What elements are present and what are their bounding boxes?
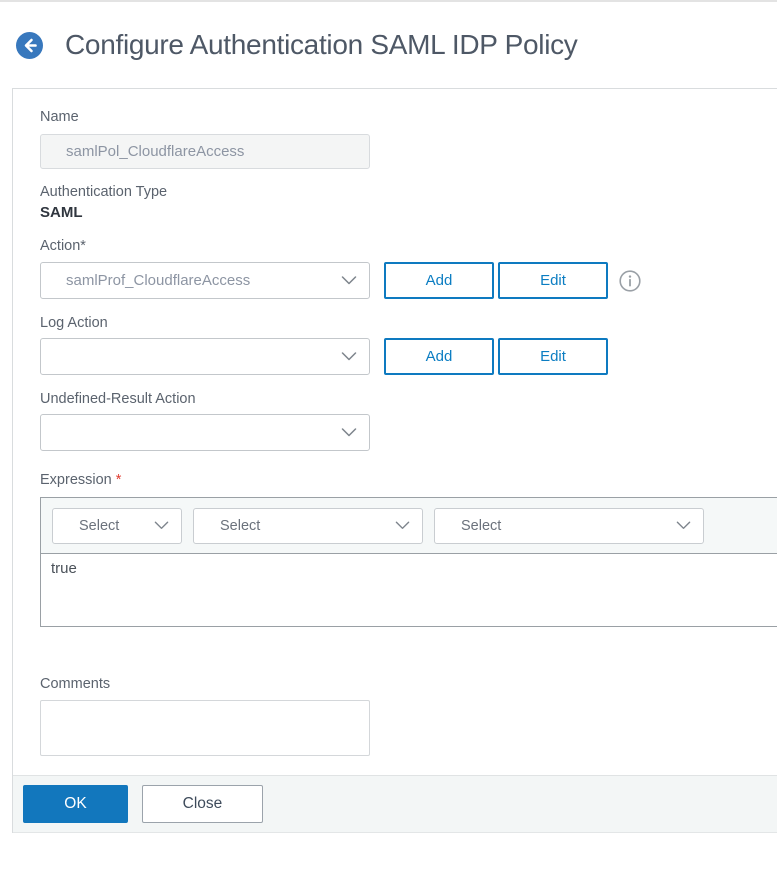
log-action-edit-button[interactable]: Edit [498,338,608,375]
undefined-result-action-label: Undefined-Result Action [40,391,196,407]
log-action-add-button[interactable]: Add [384,338,494,375]
ok-button[interactable]: OK [23,785,128,823]
log-action-label: Log Action [40,315,108,331]
comments-label: Comments [40,676,111,692]
name-input [40,134,370,169]
expression-select-3[interactable]: Select [434,507,704,544]
action-label: Action* [40,238,86,254]
required-asterisk: * [115,472,122,488]
log-action-row: Add Edit [40,338,777,375]
comments-textarea[interactable] [40,700,370,756]
action-row: samlProf_CloudflareAccess Add Edit [40,262,777,299]
expression-select-3-value: Select [461,517,502,534]
page-header: Configure Authentication SAML IDP Policy [0,2,777,88]
expression-label: Expression * [40,472,777,488]
expression-select-2[interactable]: Select [193,507,423,544]
expression-select-1[interactable]: Select [52,507,182,544]
page-title: Configure Authentication SAML IDP Policy [65,29,578,60]
form-footer: OK Close [13,775,777,833]
chevron-down-icon [676,517,691,535]
expression-builder: Select Select Select true [40,497,777,627]
expression-label-text: Expression [40,472,112,488]
undefined-result-action-select[interactable] [40,414,370,451]
action-info-icon[interactable] [619,269,641,292]
chevron-down-icon [341,428,357,437]
action-edit-button[interactable]: Edit [498,262,608,299]
expression-textarea[interactable]: true [41,554,777,626]
expression-select-1-value: Select [79,517,120,534]
auth-type-value: SAML [40,204,83,221]
name-label: Name [40,109,79,125]
close-button[interactable]: Close [142,785,263,823]
back-button[interactable] [16,31,43,59]
auth-type-label: Authentication Type [40,184,168,200]
form-panel: Name Authentication Type SAML Action* sa… [12,88,777,833]
action-select[interactable]: samlProf_CloudflareAccess [40,262,370,299]
form-body: Name Authentication Type SAML Action* sa… [13,89,777,756]
expression-toolbar: Select Select Select [41,498,777,554]
action-add-button[interactable]: Add [384,262,494,299]
chevron-down-icon [341,352,357,361]
chevron-down-icon [341,276,357,285]
action-select-value: samlProf_CloudflareAccess [66,272,251,289]
back-arrow-icon [16,31,43,59]
log-action-select[interactable] [40,338,370,375]
chevron-down-icon [154,517,169,535]
chevron-down-icon [395,517,410,535]
expression-select-2-value: Select [220,517,261,534]
